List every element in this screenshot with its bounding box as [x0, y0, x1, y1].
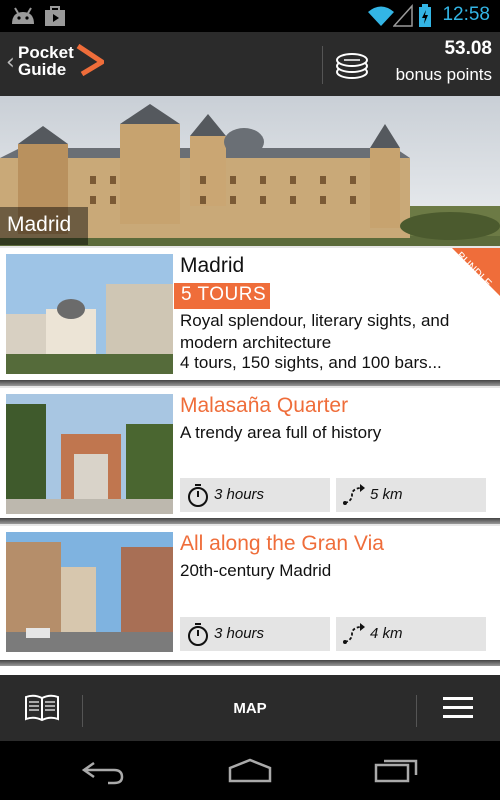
bonus-points-value: 53.08 [444, 38, 492, 59]
app-logo[interactable]: Pocket Guide [18, 44, 74, 78]
hero-city-label: Madrid [0, 207, 88, 245]
stopwatch-icon [188, 623, 208, 646]
nav-back-icon[interactable] [80, 757, 126, 785]
duration-chip: 3 hours [180, 617, 330, 651]
status-time: 12:58 [442, 4, 490, 25]
map-button[interactable]: MAP [0, 700, 500, 717]
bundle-title: Madrid [180, 254, 245, 277]
app-header: ‹ Pocket Guide 53.08 bonus points [0, 32, 500, 96]
bundle-thumbnail [6, 254, 173, 374]
tour-card-3-peek [0, 666, 500, 675]
coins-icon [336, 53, 368, 79]
tour-title: All along the Gran Via [180, 532, 384, 555]
bundle-card[interactable]: Madrid Royal splendour, literary sights,… [0, 248, 500, 380]
toolbar-divider [416, 695, 417, 727]
tour-title: Malasaña Quarter [180, 394, 349, 417]
distance-chip: 4 km [336, 617, 486, 651]
stopwatch-icon [188, 484, 208, 507]
menu-icon[interactable] [443, 696, 473, 720]
nav-home-icon[interactable] [226, 757, 274, 783]
route-icon [343, 484, 365, 505]
duration-text: 3 hours [214, 486, 265, 503]
tours-count-text: 5 TOURS [181, 284, 267, 305]
wifi-icon [368, 6, 394, 26]
distance-text: 4 km [370, 625, 403, 642]
back-chevron-icon[interactable]: ‹ [6, 50, 15, 75]
tours-count-badge: 5 TOURS [174, 283, 270, 309]
logo-text-line1: Pocket [18, 43, 74, 62]
duration-chip: 3 hours [180, 478, 330, 512]
bundle-desc-line1: Royal splendour, literary sights, and [180, 311, 450, 330]
tour-thumbnail [6, 394, 173, 514]
logo-arrow-icon [76, 44, 104, 77]
bundle-desc-line3: 4 tours, 150 sights, and 100 bars... [180, 353, 442, 372]
distance-chip: 5 km [336, 478, 486, 512]
route-icon [343, 623, 365, 644]
tour-card-2[interactable]: All along the Gran Via 20th-century Madr… [0, 526, 500, 660]
distance-text: 5 km [370, 486, 403, 503]
system-nav-bar [0, 741, 500, 800]
tour-subtitle: 20th-century Madrid [180, 561, 332, 580]
tour-subtitle: A trendy area full of history [180, 423, 382, 442]
bundle-desc-line2: modern architecture [180, 333, 332, 352]
header-divider [322, 46, 323, 84]
hero-city-name: Madrid [7, 213, 72, 236]
tour-card-1[interactable]: Malasaña Quarter A trendy area full of h… [0, 388, 500, 518]
bundle-ribbon: BUNDLE [452, 248, 500, 296]
card-shadow [0, 518, 500, 524]
tour-thumbnail [6, 532, 173, 652]
signal-icon [393, 4, 413, 27]
status-bar: 12:58 [0, 0, 500, 32]
bottom-toolbar: MAP [0, 675, 500, 741]
battery-icon [419, 4, 431, 27]
card-shadow [0, 380, 500, 386]
android-icon [12, 7, 34, 24]
duration-text: 3 hours [214, 625, 265, 642]
logo-text-line2: Guide [18, 60, 67, 79]
store-icon [45, 6, 65, 26]
bonus-points-label: bonus points [395, 65, 492, 84]
nav-recents-icon[interactable] [374, 757, 420, 783]
